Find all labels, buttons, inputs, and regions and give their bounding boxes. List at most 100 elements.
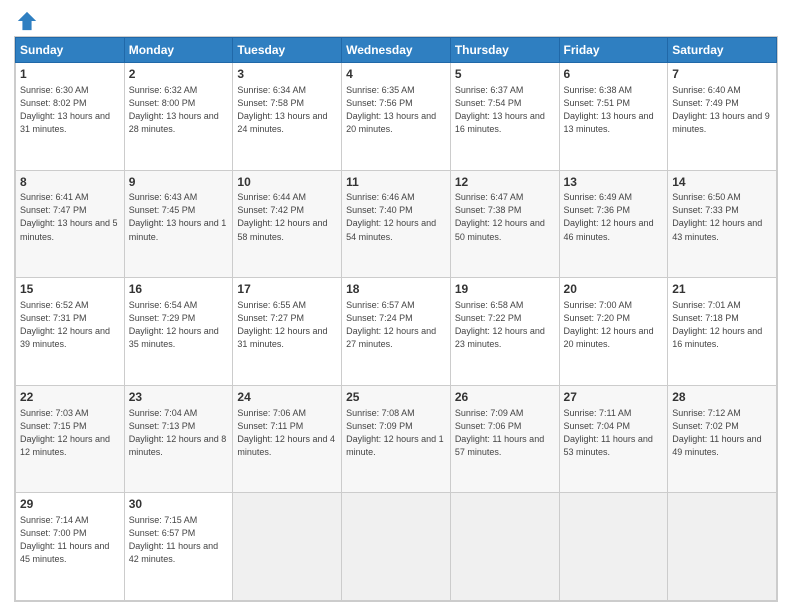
calendar-week-row: 29Sunrise: 7:14 AMSunset: 7:00 PMDayligh… bbox=[16, 493, 777, 601]
table-row: 15Sunrise: 6:52 AMSunset: 7:31 PMDayligh… bbox=[16, 278, 125, 386]
day-info: Sunrise: 6:52 AMSunset: 7:31 PMDaylight:… bbox=[20, 299, 120, 351]
day-info: Sunrise: 6:50 AMSunset: 7:33 PMDaylight:… bbox=[672, 191, 772, 243]
day-number: 6 bbox=[564, 66, 664, 83]
day-number: 5 bbox=[455, 66, 555, 83]
table-row: 21Sunrise: 7:01 AMSunset: 7:18 PMDayligh… bbox=[668, 278, 777, 386]
table-row: 18Sunrise: 6:57 AMSunset: 7:24 PMDayligh… bbox=[342, 278, 451, 386]
day-info: Sunrise: 7:06 AMSunset: 7:11 PMDaylight:… bbox=[237, 407, 337, 459]
day-number: 17 bbox=[237, 281, 337, 298]
calendar-day-header: Thursday bbox=[450, 38, 559, 63]
table-row: 6Sunrise: 6:38 AMSunset: 7:51 PMDaylight… bbox=[559, 63, 668, 171]
calendar-day-header: Friday bbox=[559, 38, 668, 63]
day-number: 8 bbox=[20, 174, 120, 191]
day-info: Sunrise: 6:38 AMSunset: 7:51 PMDaylight:… bbox=[564, 84, 664, 136]
logo bbox=[14, 10, 38, 30]
day-number: 9 bbox=[129, 174, 229, 191]
day-number: 16 bbox=[129, 281, 229, 298]
day-number: 30 bbox=[129, 496, 229, 513]
page: SundayMondayTuesdayWednesdayThursdayFrid… bbox=[0, 0, 792, 612]
day-number: 2 bbox=[129, 66, 229, 83]
table-row bbox=[233, 493, 342, 601]
day-number: 14 bbox=[672, 174, 772, 191]
day-info: Sunrise: 7:08 AMSunset: 7:09 PMDaylight:… bbox=[346, 407, 446, 459]
table-row: 28Sunrise: 7:12 AMSunset: 7:02 PMDayligh… bbox=[668, 385, 777, 493]
day-info: Sunrise: 6:46 AMSunset: 7:40 PMDaylight:… bbox=[346, 191, 446, 243]
day-info: Sunrise: 6:32 AMSunset: 8:00 PMDaylight:… bbox=[129, 84, 229, 136]
day-info: Sunrise: 7:01 AMSunset: 7:18 PMDaylight:… bbox=[672, 299, 772, 351]
table-row: 7Sunrise: 6:40 AMSunset: 7:49 PMDaylight… bbox=[668, 63, 777, 171]
day-number: 20 bbox=[564, 281, 664, 298]
day-number: 23 bbox=[129, 389, 229, 406]
day-info: Sunrise: 7:14 AMSunset: 7:00 PMDaylight:… bbox=[20, 514, 120, 566]
logo-icon bbox=[16, 10, 38, 32]
table-row: 9Sunrise: 6:43 AMSunset: 7:45 PMDaylight… bbox=[124, 170, 233, 278]
calendar-day-header: Saturday bbox=[668, 38, 777, 63]
table-row: 27Sunrise: 7:11 AMSunset: 7:04 PMDayligh… bbox=[559, 385, 668, 493]
calendar-week-row: 1Sunrise: 6:30 AMSunset: 8:02 PMDaylight… bbox=[16, 63, 777, 171]
day-info: Sunrise: 6:40 AMSunset: 7:49 PMDaylight:… bbox=[672, 84, 772, 136]
day-number: 24 bbox=[237, 389, 337, 406]
day-number: 10 bbox=[237, 174, 337, 191]
day-info: Sunrise: 7:09 AMSunset: 7:06 PMDaylight:… bbox=[455, 407, 555, 459]
table-row: 13Sunrise: 6:49 AMSunset: 7:36 PMDayligh… bbox=[559, 170, 668, 278]
table-row: 17Sunrise: 6:55 AMSunset: 7:27 PMDayligh… bbox=[233, 278, 342, 386]
day-info: Sunrise: 6:58 AMSunset: 7:22 PMDaylight:… bbox=[455, 299, 555, 351]
table-row: 29Sunrise: 7:14 AMSunset: 7:00 PMDayligh… bbox=[16, 493, 125, 601]
day-number: 1 bbox=[20, 66, 120, 83]
table-row: 1Sunrise: 6:30 AMSunset: 8:02 PMDaylight… bbox=[16, 63, 125, 171]
table-row: 12Sunrise: 6:47 AMSunset: 7:38 PMDayligh… bbox=[450, 170, 559, 278]
day-number: 26 bbox=[455, 389, 555, 406]
calendar-day-header: Sunday bbox=[16, 38, 125, 63]
calendar-day-header: Tuesday bbox=[233, 38, 342, 63]
day-number: 3 bbox=[237, 66, 337, 83]
day-number: 29 bbox=[20, 496, 120, 513]
day-info: Sunrise: 7:04 AMSunset: 7:13 PMDaylight:… bbox=[129, 407, 229, 459]
day-info: Sunrise: 6:47 AMSunset: 7:38 PMDaylight:… bbox=[455, 191, 555, 243]
table-row: 2Sunrise: 6:32 AMSunset: 8:00 PMDaylight… bbox=[124, 63, 233, 171]
table-row bbox=[668, 493, 777, 601]
table-row: 3Sunrise: 6:34 AMSunset: 7:58 PMDaylight… bbox=[233, 63, 342, 171]
day-info: Sunrise: 7:12 AMSunset: 7:02 PMDaylight:… bbox=[672, 407, 772, 459]
day-number: 25 bbox=[346, 389, 446, 406]
day-info: Sunrise: 6:57 AMSunset: 7:24 PMDaylight:… bbox=[346, 299, 446, 351]
table-row: 8Sunrise: 6:41 AMSunset: 7:47 PMDaylight… bbox=[16, 170, 125, 278]
day-number: 18 bbox=[346, 281, 446, 298]
table-row: 24Sunrise: 7:06 AMSunset: 7:11 PMDayligh… bbox=[233, 385, 342, 493]
table-row: 26Sunrise: 7:09 AMSunset: 7:06 PMDayligh… bbox=[450, 385, 559, 493]
table-row: 20Sunrise: 7:00 AMSunset: 7:20 PMDayligh… bbox=[559, 278, 668, 386]
calendar-week-row: 22Sunrise: 7:03 AMSunset: 7:15 PMDayligh… bbox=[16, 385, 777, 493]
day-info: Sunrise: 7:11 AMSunset: 7:04 PMDaylight:… bbox=[564, 407, 664, 459]
table-row: 19Sunrise: 6:58 AMSunset: 7:22 PMDayligh… bbox=[450, 278, 559, 386]
day-info: Sunrise: 6:30 AMSunset: 8:02 PMDaylight:… bbox=[20, 84, 120, 136]
calendar-header-row: SundayMondayTuesdayWednesdayThursdayFrid… bbox=[16, 38, 777, 63]
table-row: 11Sunrise: 6:46 AMSunset: 7:40 PMDayligh… bbox=[342, 170, 451, 278]
calendar-day-header: Monday bbox=[124, 38, 233, 63]
day-info: Sunrise: 6:41 AMSunset: 7:47 PMDaylight:… bbox=[20, 191, 120, 243]
day-number: 19 bbox=[455, 281, 555, 298]
day-number: 11 bbox=[346, 174, 446, 191]
table-row: 25Sunrise: 7:08 AMSunset: 7:09 PMDayligh… bbox=[342, 385, 451, 493]
day-number: 13 bbox=[564, 174, 664, 191]
calendar: SundayMondayTuesdayWednesdayThursdayFrid… bbox=[14, 36, 778, 602]
table-row: 5Sunrise: 6:37 AMSunset: 7:54 PMDaylight… bbox=[450, 63, 559, 171]
table-row bbox=[559, 493, 668, 601]
day-number: 4 bbox=[346, 66, 446, 83]
calendar-week-row: 15Sunrise: 6:52 AMSunset: 7:31 PMDayligh… bbox=[16, 278, 777, 386]
day-info: Sunrise: 6:49 AMSunset: 7:36 PMDaylight:… bbox=[564, 191, 664, 243]
header bbox=[14, 10, 778, 30]
day-number: 28 bbox=[672, 389, 772, 406]
table-row: 16Sunrise: 6:54 AMSunset: 7:29 PMDayligh… bbox=[124, 278, 233, 386]
day-info: Sunrise: 6:43 AMSunset: 7:45 PMDaylight:… bbox=[129, 191, 229, 243]
table-row bbox=[450, 493, 559, 601]
day-info: Sunrise: 6:44 AMSunset: 7:42 PMDaylight:… bbox=[237, 191, 337, 243]
table-row: 22Sunrise: 7:03 AMSunset: 7:15 PMDayligh… bbox=[16, 385, 125, 493]
table-row: 23Sunrise: 7:04 AMSunset: 7:13 PMDayligh… bbox=[124, 385, 233, 493]
calendar-day-header: Wednesday bbox=[342, 38, 451, 63]
table-row: 10Sunrise: 6:44 AMSunset: 7:42 PMDayligh… bbox=[233, 170, 342, 278]
table-row bbox=[342, 493, 451, 601]
day-info: Sunrise: 6:34 AMSunset: 7:58 PMDaylight:… bbox=[237, 84, 337, 136]
calendar-week-row: 8Sunrise: 6:41 AMSunset: 7:47 PMDaylight… bbox=[16, 170, 777, 278]
day-info: Sunrise: 7:15 AMSunset: 6:57 PMDaylight:… bbox=[129, 514, 229, 566]
day-number: 15 bbox=[20, 281, 120, 298]
day-number: 22 bbox=[20, 389, 120, 406]
